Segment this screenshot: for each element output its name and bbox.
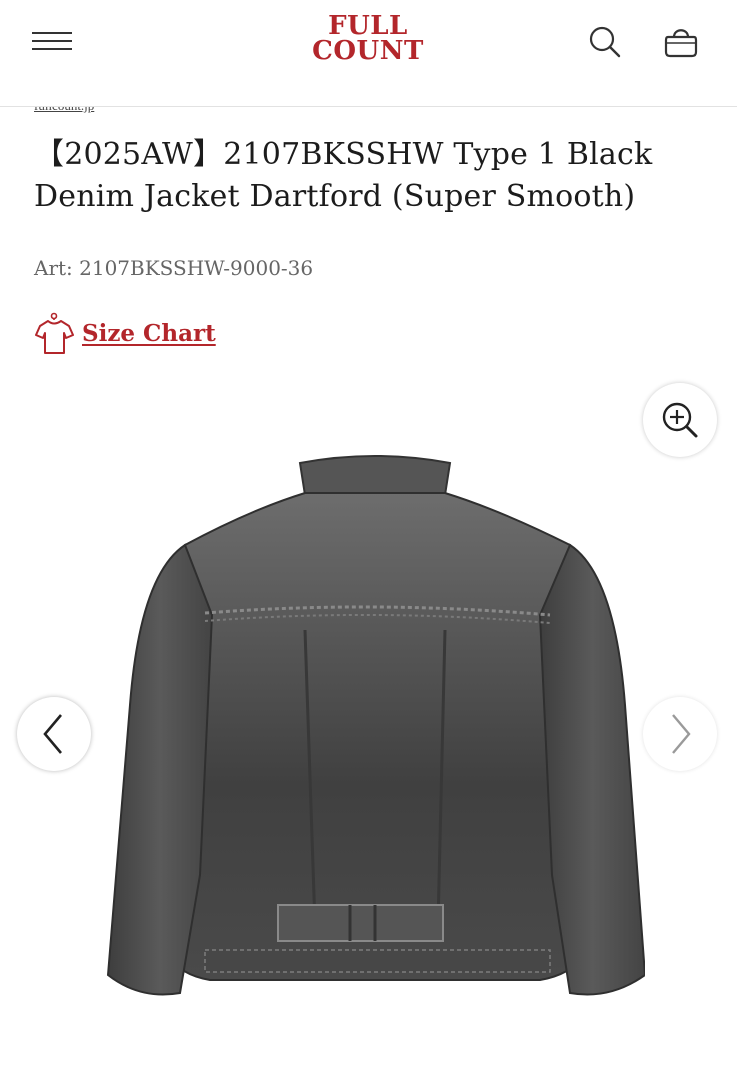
art-number: Art: 2107BKSSHW-9000-36 [34, 256, 314, 280]
size-chart-link[interactable]: Size Chart [34, 311, 216, 355]
logo-line-2: COUNT [312, 36, 424, 66]
site-header: FULL COUNT [0, 0, 737, 107]
search-icon[interactable] [587, 24, 623, 60]
chevron-right-icon [672, 714, 691, 754]
product-title-line-2: Denim Jacket Dartford (Super Smooth) [34, 179, 636, 214]
chevron-left-icon [43, 714, 62, 754]
brand-logo[interactable]: FULL COUNT [300, 13, 436, 66]
product-title-line-1: 【2025AW】2107BKSSHW Type 1 Black [34, 137, 653, 172]
product-image [106, 455, 645, 996]
next-image-button[interactable] [643, 697, 717, 771]
t-shirt-icon [35, 312, 74, 354]
hamburger-menu-icon[interactable] [32, 28, 72, 54]
product-title: 【2025AW】2107BKSSHW Type 1 Black Denim Ja… [34, 134, 714, 218]
previous-image-button[interactable] [17, 697, 91, 771]
size-chart-label: Size Chart [82, 319, 216, 347]
zoom-button[interactable] [643, 383, 717, 457]
shopping-bag-icon[interactable] [661, 24, 701, 60]
zoom-in-icon [662, 402, 698, 438]
